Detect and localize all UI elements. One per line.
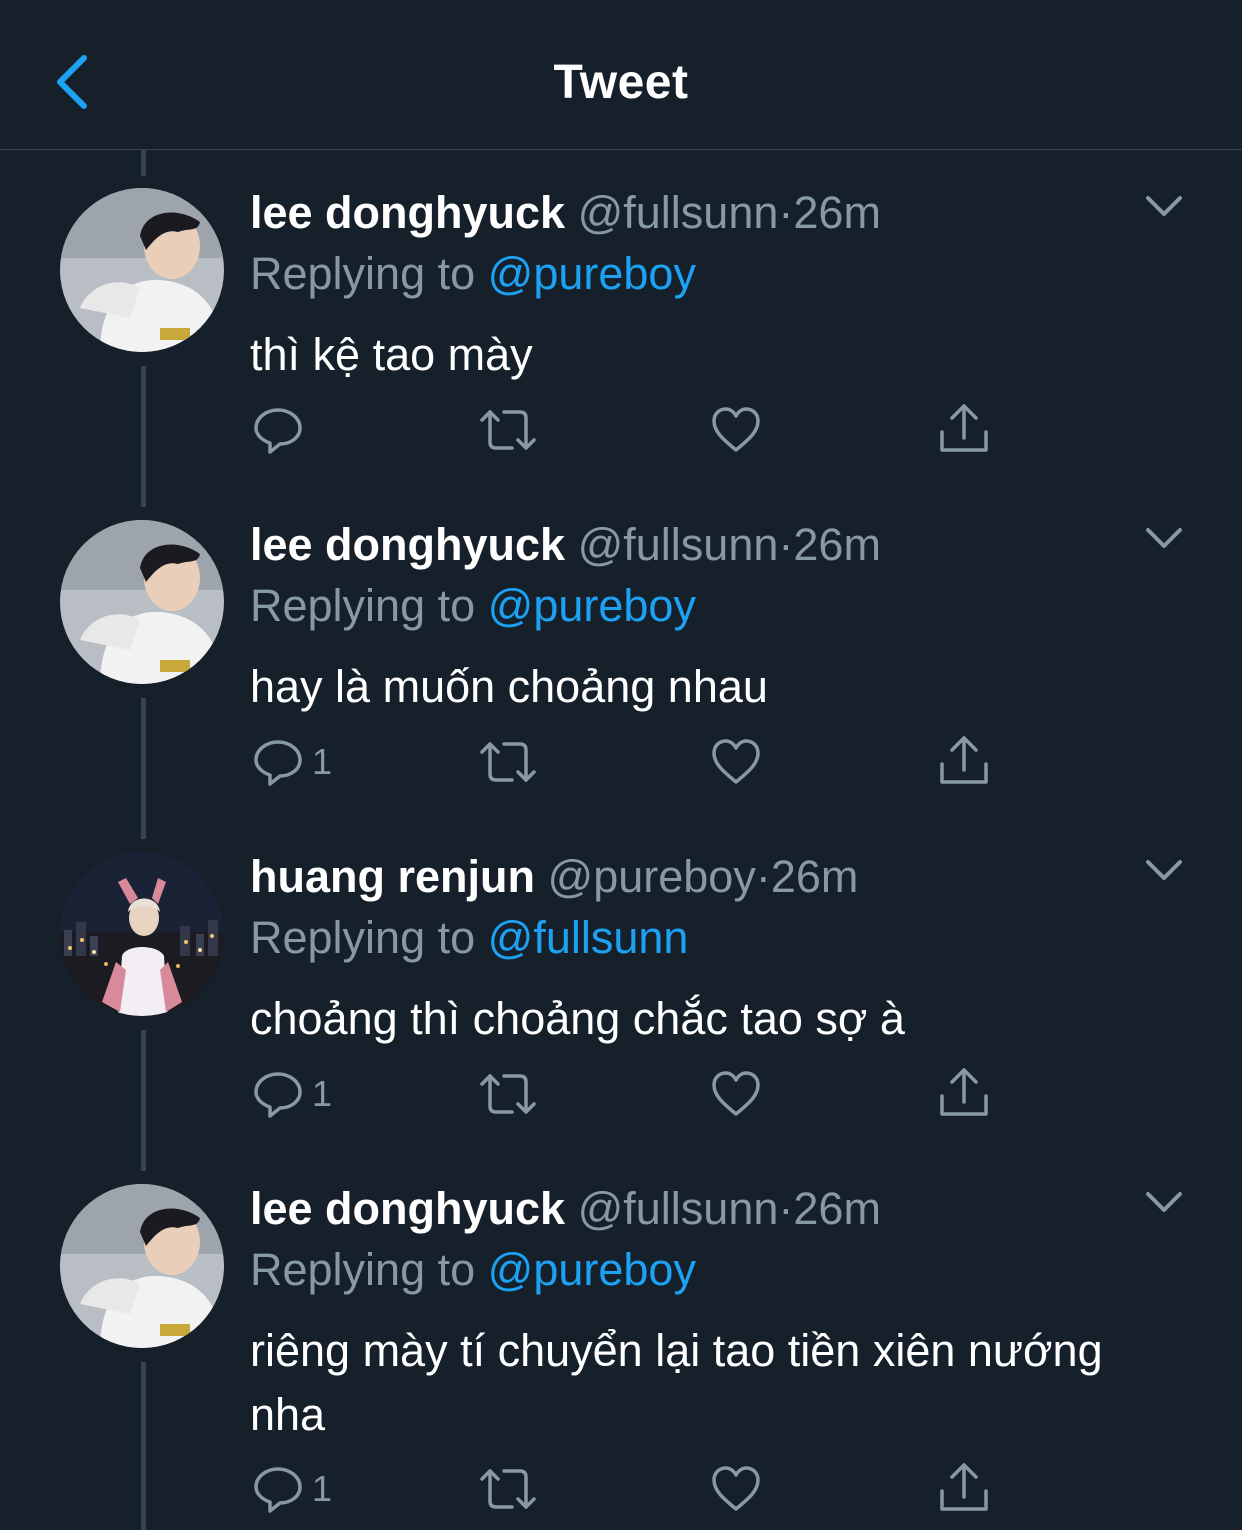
replying-prefix: Replying to xyxy=(250,912,476,963)
reply-count: 1 xyxy=(312,1073,333,1114)
thread-connector xyxy=(141,366,146,507)
mention-link[interactable]: @pureboy xyxy=(488,580,696,631)
like-button[interactable] xyxy=(710,1461,762,1517)
tweet-menu-button[interactable] xyxy=(1142,852,1186,888)
share-icon xyxy=(940,1463,988,1511)
retweet-icon xyxy=(480,742,536,782)
user-handle[interactable]: @pureboy xyxy=(548,851,756,902)
display-name[interactable]: lee donghyuck xyxy=(250,519,565,570)
timestamp: 26m xyxy=(793,187,881,238)
reply-count: 1 xyxy=(312,741,333,782)
share-button[interactable] xyxy=(938,1066,990,1122)
tweet-menu-button[interactable] xyxy=(1142,188,1186,224)
chevron-down-icon xyxy=(1146,860,1182,880)
reply-icon xyxy=(254,740,302,786)
display-name[interactable]: huang renjun xyxy=(250,851,535,902)
like-icon xyxy=(712,1071,760,1116)
avatar[interactable] xyxy=(60,852,224,1016)
like-button[interactable] xyxy=(710,734,762,790)
tweet-actions: 1 xyxy=(250,1066,1010,1122)
share-icon xyxy=(940,736,988,784)
retweet-button[interactable] xyxy=(478,734,538,790)
retweet-button[interactable] xyxy=(478,1066,538,1122)
replying-prefix: Replying to xyxy=(250,248,476,299)
tweet-header: lee donghyuck @fullsunn·26m xyxy=(250,520,881,570)
timestamp: 26m xyxy=(793,1183,881,1234)
chevron-down-icon xyxy=(1146,1192,1182,1212)
page-title: Tweet xyxy=(553,56,689,109)
tweet-actions: 1 xyxy=(250,734,1010,790)
separator-dot: · xyxy=(755,851,771,902)
like-icon xyxy=(712,739,760,784)
avatar[interactable] xyxy=(60,188,224,352)
user-handle[interactable]: @fullsunn xyxy=(578,187,779,238)
reply-icon xyxy=(254,1072,302,1118)
chevron-down-icon xyxy=(1146,528,1182,548)
share-button[interactable] xyxy=(938,1461,990,1517)
reply-icon xyxy=(254,1467,302,1513)
replying-to: Replying to @fullsunn xyxy=(250,912,688,964)
mention-link[interactable]: @fullsunn xyxy=(488,912,689,963)
replying-to: Replying to @pureboy xyxy=(250,1244,696,1296)
share-button[interactable] xyxy=(938,734,990,790)
user-handle[interactable]: @fullsunn xyxy=(578,519,779,570)
tweet-text: thì kệ tao mày xyxy=(250,329,533,380)
separator-dot: · xyxy=(778,187,794,238)
chevron-down-icon xyxy=(1146,196,1182,216)
replying-prefix: Replying to xyxy=(250,580,476,631)
avatar[interactable] xyxy=(60,520,224,684)
display-name[interactable]: lee donghyuck xyxy=(250,1183,565,1234)
user-handle[interactable]: @fullsunn xyxy=(578,1183,779,1234)
like-icon xyxy=(712,1466,760,1511)
timestamp: 26m xyxy=(770,851,859,902)
tweet-text: hay là muốn choảng nhau xyxy=(250,661,768,712)
retweet-icon xyxy=(480,410,536,450)
avatar[interactable] xyxy=(60,1184,224,1348)
retweet-icon xyxy=(480,1469,536,1509)
mention-link[interactable]: @pureboy xyxy=(488,1244,696,1295)
retweet-button[interactable] xyxy=(478,402,538,458)
mention-link[interactable]: @pureboy xyxy=(488,248,696,299)
like-button[interactable] xyxy=(710,1066,762,1122)
like-button[interactable] xyxy=(710,402,762,458)
top-bar: Tweet xyxy=(0,0,1242,150)
share-button[interactable] xyxy=(938,402,990,458)
timestamp: 26m xyxy=(793,519,881,570)
reply-button[interactable]: 1 xyxy=(250,734,332,790)
tweet-actions xyxy=(250,402,1010,458)
tweet-header: lee donghyuck @fullsunn·26m xyxy=(250,188,881,238)
tweet-actions: 1 xyxy=(250,1461,1010,1517)
thread-connector xyxy=(141,1030,146,1171)
separator-dot: · xyxy=(778,1183,794,1234)
retweet-button[interactable] xyxy=(478,1461,538,1517)
tweet-header: lee donghyuck @fullsunn·26m xyxy=(250,1184,881,1234)
retweet-icon xyxy=(480,1074,536,1114)
tweet-text: choảng thì choảng chắc tao sợ à xyxy=(250,993,905,1044)
thread-connector xyxy=(141,1362,146,1530)
replying-to: Replying to @pureboy xyxy=(250,580,696,632)
separator-dot: · xyxy=(778,519,794,570)
tweet-menu-button[interactable] xyxy=(1142,520,1186,556)
tweet-text: riêng mày tí chuyển lại tao tiền xiên nư… xyxy=(250,1325,1103,1440)
display-name[interactable]: lee donghyuck xyxy=(250,187,565,238)
thread-connector xyxy=(141,150,146,176)
reply-button[interactable]: 1 xyxy=(250,1461,332,1517)
reply-icon xyxy=(254,408,302,454)
tweet-header: huang renjun @pureboy·26m xyxy=(250,852,858,902)
reply-count: 1 xyxy=(312,1468,333,1509)
thread-connector xyxy=(141,698,146,839)
replying-prefix: Replying to xyxy=(250,1244,476,1295)
tweet-menu-button[interactable] xyxy=(1142,1184,1186,1220)
replying-to: Replying to @pureboy xyxy=(250,248,696,300)
reply-button[interactable] xyxy=(250,402,306,458)
share-icon xyxy=(940,404,988,452)
reply-button[interactable]: 1 xyxy=(250,1066,332,1122)
share-icon xyxy=(940,1068,988,1116)
like-icon xyxy=(712,407,760,452)
